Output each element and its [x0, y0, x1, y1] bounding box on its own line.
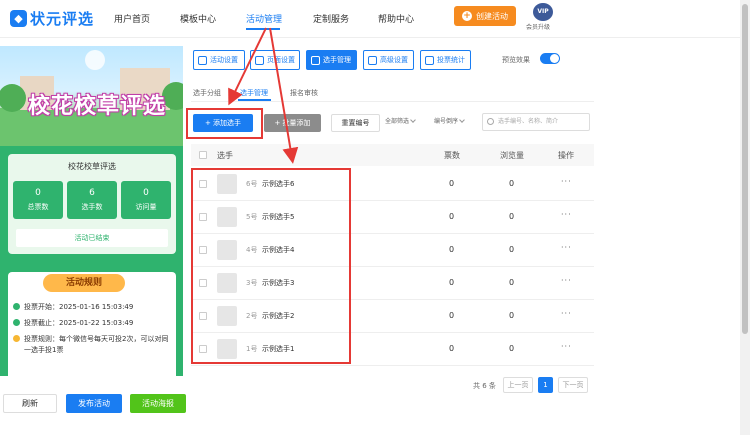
- annotation-arrows-icon: [228, 27, 299, 164]
- scrollbar-thumb[interactable]: [742, 4, 748, 334]
